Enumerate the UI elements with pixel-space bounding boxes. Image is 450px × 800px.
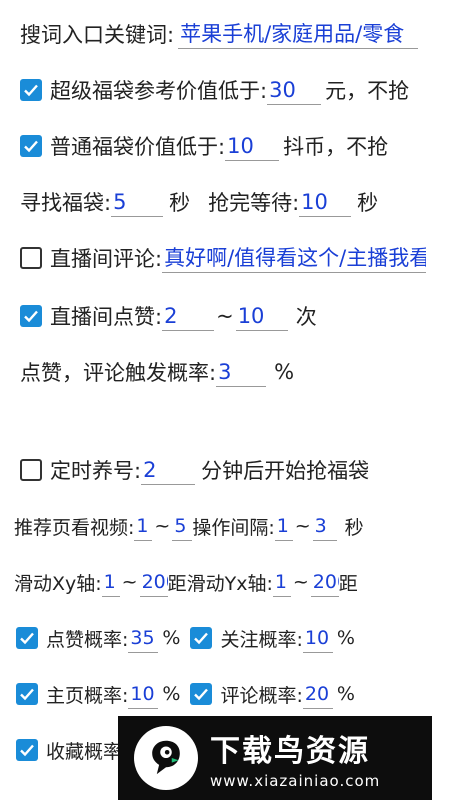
prob-row-3: 收藏概率: [16,730,128,770]
interval-label: 操作间隔: [192,516,275,539]
timer-checkbox[interactable] [20,459,42,481]
check-icon [20,632,34,645]
super-bag-suffix: 元，不抢 [325,79,410,103]
timer-suffix: 分钟后开始抢福袋 [201,459,370,483]
comment-prob-input[interactable]: 20 [302,679,333,709]
home-prob-checkbox[interactable] [16,683,38,705]
trigger-unit: % [274,360,295,384]
trigger-input[interactable]: 3 [216,357,267,387]
find-bag-unit: 秒 [169,191,191,215]
home-prob-input[interactable]: 10 [128,679,159,709]
interval-max-input[interactable]: 3 [312,511,337,541]
live-comment-checkbox[interactable] [20,247,42,269]
like-prob-input[interactable]: 35 [128,623,159,653]
slide-x-unit: 距 [167,572,187,595]
wait-label: 抢完等待: [208,191,300,215]
super-bag-row: 超级福袋参考价值低于: 30 元，不抢 [20,70,409,110]
comment-prob-checkbox[interactable] [190,683,213,705]
live-comment-input[interactable]: 真好啊/值得看这个/主播我看好你 [162,243,427,273]
normal-bag-row: 普通福袋价值低于: 10 抖币，不抢 [20,126,388,166]
interval-unit: 秒 [344,516,364,539]
check-icon [20,688,34,701]
live-like-sep: ~ [216,304,234,328]
prob-row-1: 点赞概率: 35 % 关注概率: 10 % [16,618,355,658]
slide-y-unit: 距 [338,572,358,595]
check-icon [20,744,34,757]
timer-row: 定时养号: 2 分钟后开始抢福袋 [20,450,369,490]
interval-sep: ~ [294,515,311,537]
interval-min-input[interactable]: 1 [274,511,293,541]
like-prob-checkbox[interactable] [16,627,38,649]
slide-x-max-input[interactable]: 200 [139,567,168,597]
like-prob-unit: % [162,627,181,649]
home-prob-unit: % [162,683,181,705]
super-bag-value-input[interactable]: 30 [267,75,322,105]
live-like-checkbox[interactable] [20,305,42,327]
bird-logo-icon [134,726,198,790]
comment-prob-label: 评论概率: [220,684,303,707]
rec-video-min-input[interactable]: 1 [134,511,153,541]
live-like-min-input[interactable]: 2 [162,301,215,331]
favorite-prob-label: 收藏概率: [46,740,129,763]
slide-y-min-input[interactable]: 1 [272,567,291,597]
like-prob-label: 点赞概率: [46,628,129,651]
check-icon [24,140,38,153]
normal-bag-suffix: 抖币，不抢 [283,135,389,159]
check-icon [194,688,209,701]
check-icon [24,310,38,323]
keyword-label: 搜词入口关键词: [20,23,175,47]
prob-row-2: 主页概率: 10 % 评论概率: 20 % [16,674,355,714]
live-comment-label: 直播间评论: [50,247,163,271]
slide-x-sep: ~ [121,571,138,593]
normal-bag-checkbox[interactable] [20,135,42,157]
rec-video-label: 推荐页看视频: [14,516,135,539]
timer-label: 定时养号: [50,459,142,483]
favorite-prob-checkbox[interactable] [16,739,38,761]
wait-input[interactable]: 10 [299,187,352,217]
banner-title: 下载鸟资源 [210,734,370,769]
live-comment-row: 直播间评论: 真好啊/值得看这个/主播我看好你 [20,238,427,278]
live-like-max-input[interactable]: 10 [235,301,288,331]
normal-bag-label: 普通福袋价值低于: [50,135,226,159]
normal-bag-value-input[interactable]: 10 [225,131,280,161]
trigger-row: 点赞，评论触发概率: 3 % [20,352,294,392]
slide-row: 滑动Xy轴: 1 ~ 200 距 滑动Yx轴: 1 ~ 200 距 [14,562,358,602]
home-prob-label: 主页概率: [46,684,129,707]
follow-prob-checkbox[interactable] [190,627,213,649]
slide-y-label: 滑动Yx轴: [186,572,273,595]
comment-prob-unit: % [336,683,355,705]
super-bag-label: 超级福袋参考价值低于: [50,79,268,103]
wait-unit: 秒 [357,191,379,215]
timer-input[interactable]: 2 [141,455,196,485]
follow-prob-unit: % [336,627,355,649]
slide-x-min-input[interactable]: 1 [101,567,120,597]
slide-y-max-input[interactable]: 200 [310,567,339,597]
find-bag-input[interactable]: 5 [111,187,164,217]
rec-video-row: 推荐页看视频: 1 ~ 5 操作间隔: 1 ~ 3 秒 [14,506,364,546]
live-like-unit: 次 [295,305,317,329]
rec-video-sep: ~ [154,515,171,537]
keyword-row: 搜词入口关键词: 苹果手机/家庭用品/零食 [20,14,419,54]
slide-y-sep: ~ [292,571,309,593]
follow-prob-label: 关注概率: [220,628,303,651]
keyword-input[interactable]: 苹果手机/家庭用品/零食 [178,19,419,49]
find-bag-label: 寻找福袋: [20,191,112,215]
rec-video-max-input[interactable]: 5 [172,511,193,541]
live-like-label: 直播间点赞: [50,305,163,329]
banner-url: www.xiazainiao.com [210,772,381,790]
check-icon [24,84,38,97]
slide-x-label: 滑动Xy轴: [14,572,102,595]
trigger-label: 点赞，评论触发概率: [20,361,217,385]
check-icon [194,632,209,645]
follow-prob-input[interactable]: 10 [302,623,333,653]
watermark-banner: 下载鸟资源 www.xiazainiao.com [118,716,432,800]
find-bag-row: 寻找福袋: 5 秒 抢完等待: 10 秒 [20,182,378,222]
super-bag-checkbox[interactable] [20,79,42,101]
live-like-row: 直播间点赞: 2 ~ 10 次 [20,296,317,336]
